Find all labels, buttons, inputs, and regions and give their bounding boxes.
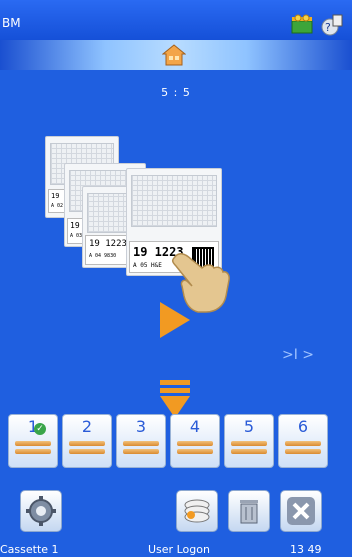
settings-icon [26,496,56,526]
slot-tab-2[interactable]: 2 [62,414,112,468]
slot-tab-3[interactable]: 3 [116,414,166,468]
print-stack-button[interactable] [176,490,218,532]
brand-label: BM [2,16,21,30]
touch-hand-icon [168,246,232,316]
home-button[interactable] [161,44,187,66]
delete-button[interactable] [228,490,270,532]
trash-icon [240,500,258,524]
status-bar: Cassette 1 User Logon 13 49 [0,543,352,557]
skip-forward-button[interactable]: >I > [282,347,314,363]
status-cassette: Cassette 1 [0,543,59,556]
home-icon [161,44,187,66]
check-icon: ✓ [34,423,46,435]
svg-text:?: ? [325,21,331,34]
cassette-counter: 5 : 5 [161,86,191,99]
slot-tab-6[interactable]: 6 [278,414,328,468]
close-button[interactable] [280,490,322,532]
top-bar: BM ? [0,0,352,40]
status-user[interactable]: User Logon [148,543,210,556]
close-icon [287,497,315,525]
settings-button[interactable] [20,490,62,532]
cassette-status-icon[interactable] [291,14,313,38]
printer-stack-icon [184,499,210,523]
slot-tab-1[interactable]: 1 ✓ [8,414,58,468]
slot-tab-4[interactable]: 4 [170,414,220,468]
help-icon[interactable]: ? [320,14,344,40]
status-time: 13 49 [290,543,322,556]
slot-tab-5[interactable]: 5 [224,414,274,468]
